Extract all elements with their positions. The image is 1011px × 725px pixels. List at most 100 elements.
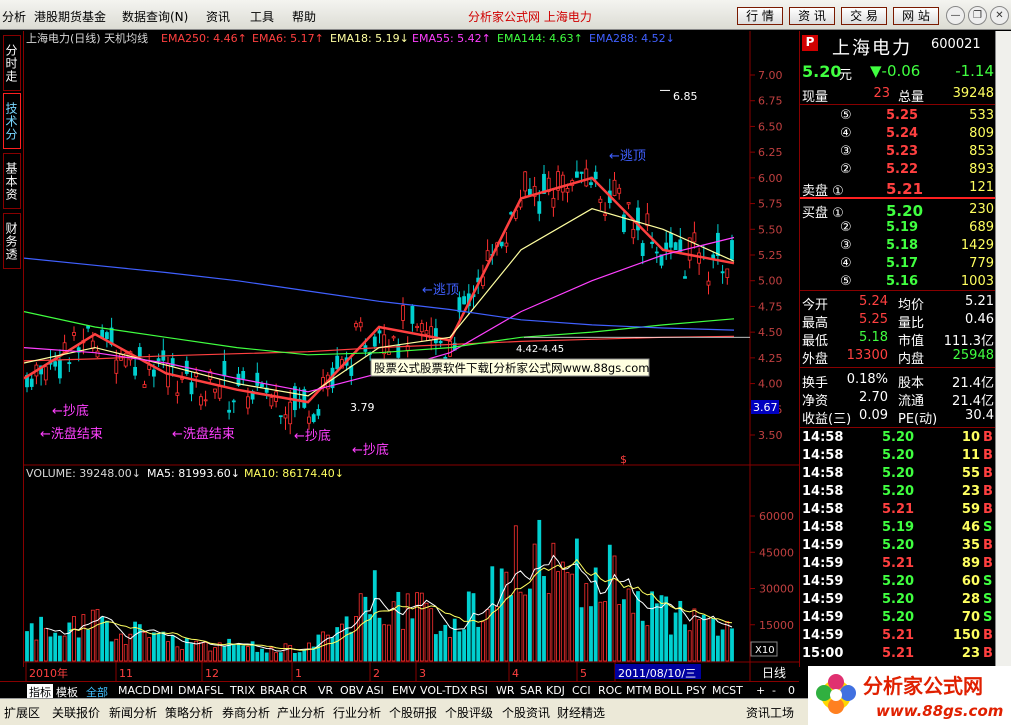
- volume-bar: [537, 519, 542, 662]
- bottom-tab[interactable]: 关联报价: [52, 704, 100, 721]
- sell-level-4[interactable]: ④ 5.24 809: [800, 125, 996, 143]
- kline-chart[interactable]: 上海电力(日线) 天机均线 EMA250: 4.46↑ EMA6: 5.17↑ …: [24, 31, 799, 681]
- indicator-tab[interactable]: DMI: [152, 684, 173, 697]
- news-button[interactable]: 资 讯: [789, 7, 835, 25]
- indicator-tab[interactable]: VOL-TDX: [420, 684, 468, 697]
- indicator-tab[interactable]: MACD: [118, 684, 151, 697]
- price-tick-label: 4.50: [758, 326, 783, 339]
- candle-body: [565, 188, 570, 193]
- bottom-annotation-3: ←抄底: [352, 442, 389, 458]
- tick-direction: S: [983, 610, 993, 625]
- volume-label: VOLUME: 39248.00↓: [26, 467, 141, 480]
- bottom-tab[interactable]: 个股评级: [445, 704, 493, 721]
- candle-body: [664, 242, 669, 250]
- tick-row: 14:59 5.20 60 S: [800, 573, 996, 591]
- bottom-tab[interactable]: 扩展区: [4, 704, 40, 721]
- indicator-tab[interactable]: FSL: [204, 684, 223, 697]
- candle-body: [227, 409, 232, 413]
- indicator-tab[interactable]: DMA: [178, 684, 204, 697]
- stock-flag: P: [802, 35, 818, 51]
- period-label[interactable]: 日线: [762, 666, 786, 680]
- ad-banner[interactable]: 股票公式股票软件下载[分析家公式网www.88gs.com]: [374, 361, 654, 375]
- menu-tools[interactable]: 工具: [250, 8, 274, 25]
- indicator-tab[interactable]: ROC: [598, 684, 622, 697]
- restore-icon[interactable]: ❐: [968, 6, 987, 25]
- bottom-tab[interactable]: 券商分析: [222, 704, 270, 721]
- sell-level-2[interactable]: ② 5.22 893: [800, 161, 996, 179]
- indicator-tab[interactable]: SAR: [520, 684, 542, 697]
- candle-body: [278, 415, 283, 418]
- indicator-tab[interactable]: OBV: [340, 684, 363, 697]
- quote-scrollbar[interactable]: [995, 31, 1011, 667]
- zoom-out-button[interactable]: -: [772, 684, 776, 697]
- indicator-tab[interactable]: ASI: [366, 684, 384, 697]
- candle-body: [504, 242, 509, 247]
- bottom-tab[interactable]: 行业分析: [333, 704, 381, 721]
- quotes-button[interactable]: 行 情: [737, 7, 783, 25]
- buy-level-3[interactable]: ③ 5.18 1429: [800, 237, 996, 255]
- indicator-tab[interactable]: MTM: [626, 684, 652, 697]
- volume-bar: [137, 624, 142, 662]
- indicator-tab[interactable]: VR: [318, 684, 333, 697]
- stock-code: 600021: [931, 37, 981, 52]
- candle-body: [692, 232, 697, 243]
- sell-level-1[interactable]: 卖盘 ① 5.21 121: [800, 179, 996, 199]
- volume-bar: [438, 630, 443, 662]
- indicator-tab[interactable]: CR: [292, 684, 307, 697]
- candle-body: [593, 171, 598, 180]
- bottom-tab[interactable]: 策略分析: [165, 704, 213, 721]
- volume-bar: [34, 639, 39, 662]
- trade-button[interactable]: 交 易: [841, 7, 887, 25]
- close-icon[interactable]: ✕: [990, 6, 1009, 25]
- minimize-icon[interactable]: —: [946, 6, 965, 25]
- menu-help[interactable]: 帮助: [292, 8, 316, 25]
- zoom-in-button[interactable]: +: [756, 684, 765, 697]
- volume-bar: [208, 650, 213, 662]
- indicator-tab[interactable]: BRAR: [260, 684, 290, 697]
- stat-row: 最高 5.25 量比 0.46: [800, 311, 996, 331]
- bottom-tab[interactable]: 个股资讯: [502, 704, 550, 721]
- indicator-tab[interactable]: EMV: [392, 684, 416, 697]
- indicator-tab[interactable]: TRIX: [230, 684, 255, 697]
- website-button[interactable]: 网 站: [893, 7, 939, 25]
- sell-level-5[interactable]: ⑤ 5.25 533: [800, 107, 996, 125]
- tab-financials[interactable]: 财务透视: [0, 213, 21, 269]
- indicator-tab[interactable]: WR: [496, 684, 515, 697]
- volume-bar: [659, 595, 664, 662]
- stat-value: 30.4: [965, 408, 994, 423]
- buy-level-1[interactable]: 买盘 ① 5.20 230: [800, 201, 996, 221]
- menu-hk-futures-funds[interactable]: 港股期货基金: [34, 8, 106, 25]
- buy-level-4[interactable]: ④ 5.17 779: [800, 255, 996, 273]
- indicator-tab[interactable]: CCI: [572, 684, 591, 697]
- tick-time: 14:58: [802, 502, 844, 517]
- volume-bar: [730, 628, 734, 662]
- tab-fundamentals[interactable]: 基本资料: [0, 153, 21, 209]
- indicator-tab[interactable]: KDJ: [546, 684, 565, 697]
- sell-level-3[interactable]: ③ 5.23 853: [800, 143, 996, 161]
- time-tick-label: 3: [419, 667, 426, 680]
- bottom-tab[interactable]: 财经精选: [557, 704, 605, 721]
- tab-technical[interactable]: 技术分析: [0, 93, 21, 149]
- bottom-tab[interactable]: 资讯工场: [746, 704, 794, 721]
- sell-volume: 121: [969, 180, 994, 195]
- buy-level-2[interactable]: ② 5.19 689: [800, 219, 996, 237]
- bottom-tab[interactable]: 新闻分析: [109, 704, 157, 721]
- buy-level-5[interactable]: ⑤ 5.16 1003: [800, 273, 996, 291]
- menu-analysis[interactable]: 分析: [2, 8, 26, 25]
- menu-data-query[interactable]: 数据查询(N): [122, 8, 188, 25]
- menu-news[interactable]: 资讯: [206, 8, 230, 25]
- zoom-reset-button[interactable]: 0: [788, 684, 795, 697]
- candle-body: [401, 305, 405, 321]
- volume-bar: [471, 593, 476, 662]
- indicator-tab[interactable]: BOLL: [654, 684, 682, 697]
- candle-body: [302, 389, 307, 408]
- indicator-tab[interactable]: PSY: [686, 684, 706, 697]
- bottom-tab[interactable]: 产业分析: [277, 704, 325, 721]
- tab-intraday[interactable]: 分时走势: [0, 35, 21, 91]
- indicator-tab[interactable]: RSI: [470, 684, 488, 697]
- price-tick-label: 5.75: [758, 198, 783, 211]
- indicator-tab[interactable]: MCST: [712, 684, 743, 697]
- volume-bar: [29, 623, 34, 662]
- bottom-tab[interactable]: 个股研报: [389, 704, 437, 721]
- candle-body: [72, 332, 76, 336]
